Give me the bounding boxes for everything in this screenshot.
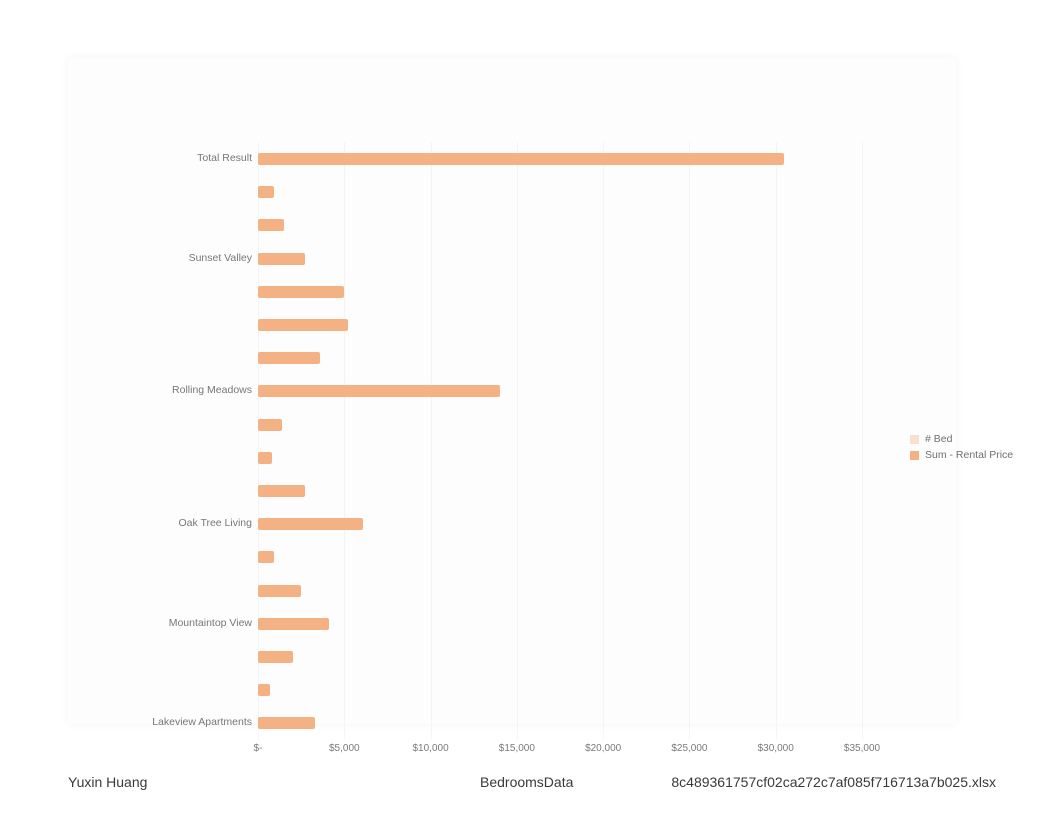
legend-swatch-rental: [910, 451, 919, 460]
bar[interactable]: [258, 186, 274, 198]
bar[interactable]: [258, 717, 315, 729]
chart-panel: Total Result Sunset Valley Rolling Meadows…: [68, 58, 956, 724]
footer-sheet: BedroomsData: [480, 774, 573, 790]
bar[interactable]: [258, 452, 272, 464]
legend-label: # Bed: [925, 433, 952, 445]
y-axis-label: Total Result: [78, 142, 258, 175]
legend-label: Sum - Rental Price: [925, 449, 1013, 461]
y-axis-label: Sunset Valley: [78, 242, 258, 275]
legend: # Bed Sum - Rental Price: [910, 431, 1020, 463]
bar-slot: [258, 175, 883, 208]
x-axis: $-$5,000$10,000$15,000$20,000$25,000$30,…: [258, 743, 883, 757]
bar-slot: [258, 275, 883, 308]
bar[interactable]: [258, 684, 270, 696]
y-axis-labels: Total Result Sunset Valley Rolling Meadows…: [68, 142, 258, 740]
bar-slot: [258, 408, 883, 441]
bar[interactable]: [258, 419, 282, 431]
bar-slot: [258, 574, 883, 607]
legend-item-bed: # Bed: [910, 431, 1020, 447]
bar-slot: [258, 607, 883, 640]
bar[interactable]: [258, 551, 274, 563]
bar-slot: [258, 308, 883, 341]
bar-slot: [258, 341, 883, 374]
x-tick: $25,000: [671, 743, 707, 754]
bar[interactable]: [258, 518, 363, 530]
x-tick: $10,000: [412, 743, 448, 754]
bar-slot: [258, 507, 883, 540]
bar-slot: [258, 374, 883, 407]
x-tick: $30,000: [758, 743, 794, 754]
bar-slot: [258, 706, 883, 739]
page-footer: Yuxin Huang BedroomsData 8c489361757cf02…: [0, 774, 1062, 798]
legend-swatch-bed: [910, 435, 919, 444]
bar[interactable]: [258, 385, 500, 397]
bar[interactable]: [258, 618, 329, 630]
x-tick: $35,000: [844, 743, 880, 754]
y-axis-label: Oak Tree Living: [78, 507, 258, 540]
bar-slot: [258, 540, 883, 573]
y-axis-label: Lakeview Apartments: [78, 706, 258, 739]
x-tick: $20,000: [585, 743, 621, 754]
bar-slot: [258, 673, 883, 706]
bar[interactable]: [258, 485, 305, 497]
bar-slot: [258, 441, 883, 474]
legend-item-rental: Sum - Rental Price: [910, 447, 1020, 463]
bar-slot: [258, 142, 883, 175]
bar-slot: [258, 242, 883, 275]
bars-container: [258, 142, 883, 740]
x-tick: $15,000: [499, 743, 535, 754]
x-tick: $5,000: [329, 743, 360, 754]
bar[interactable]: [258, 319, 348, 331]
bar-slot: [258, 474, 883, 507]
footer-filename: 8c489361757cf02ca272c7af085f716713a7b025…: [671, 774, 996, 790]
footer-author: Yuxin Huang: [68, 774, 147, 790]
bar[interactable]: [258, 286, 344, 298]
y-axis-label: Mountaintop View: [78, 607, 258, 640]
bar-slot: [258, 640, 883, 673]
x-tick: $-: [254, 743, 263, 754]
bar[interactable]: [258, 585, 301, 597]
bar[interactable]: [258, 651, 293, 663]
bar-slot: [258, 208, 883, 241]
bar[interactable]: [258, 219, 284, 231]
bar[interactable]: [258, 352, 320, 364]
y-axis-label: Rolling Meadows: [78, 374, 258, 407]
bar[interactable]: [258, 253, 305, 265]
bar[interactable]: [258, 153, 784, 165]
